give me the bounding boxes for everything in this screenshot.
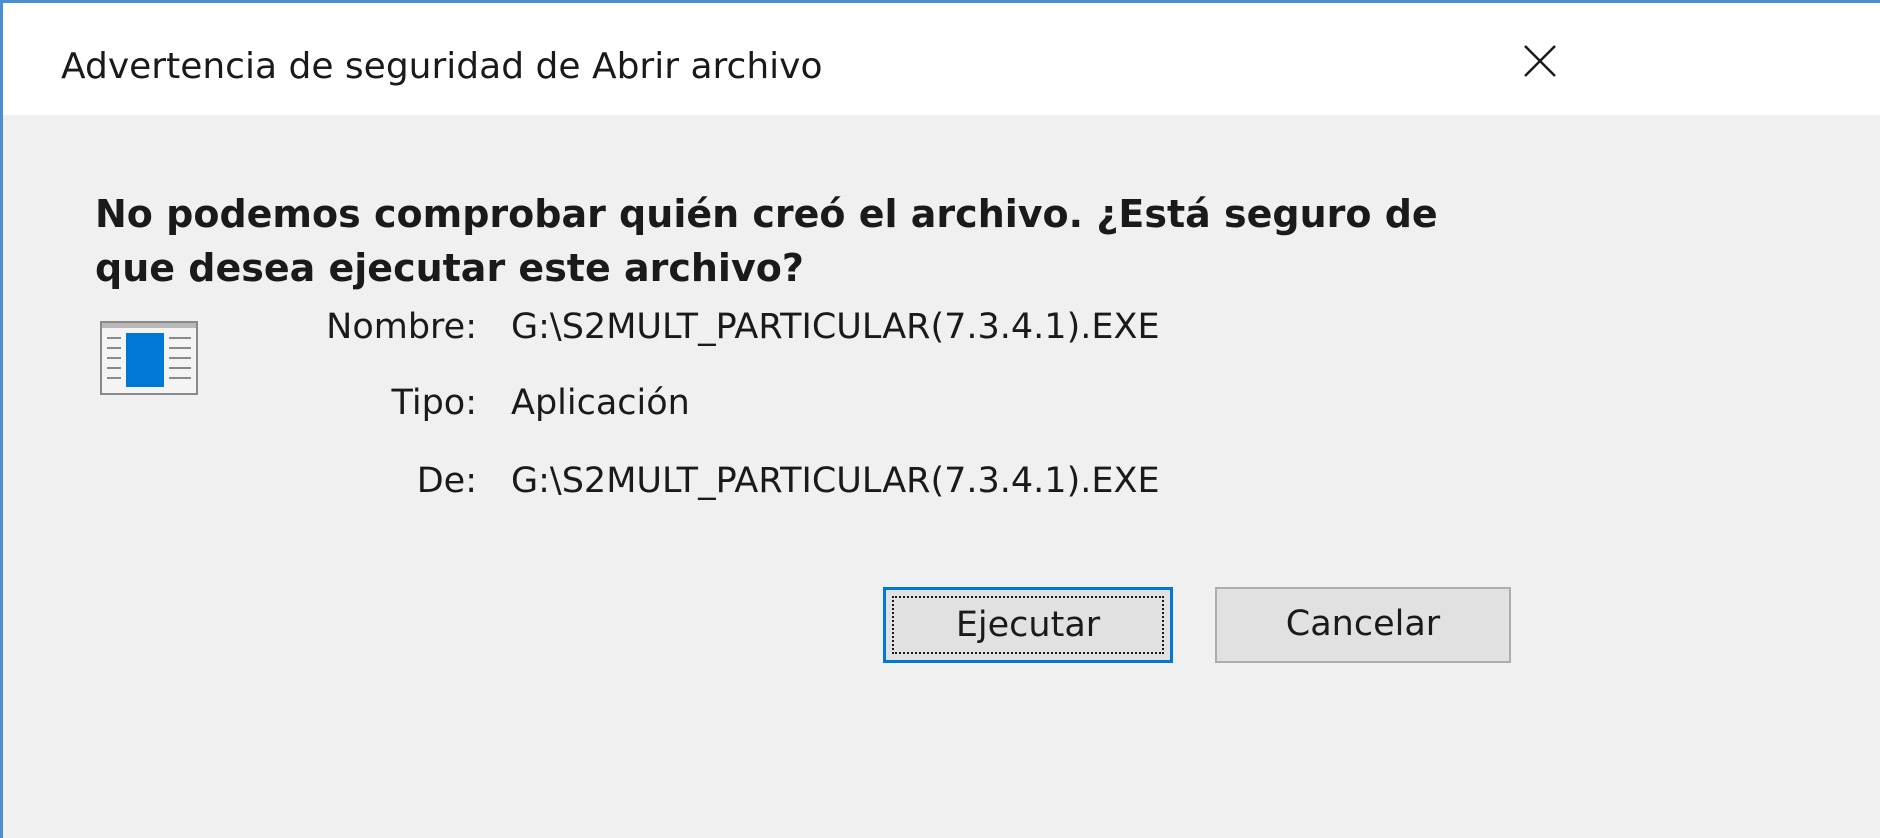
file-name-value: G:\S2MULT_PARTICULAR(7.3.4.1).EXE: [511, 307, 1160, 347]
close-button[interactable]: [1505, 29, 1575, 91]
file-type-value: Aplicación: [511, 383, 690, 423]
cancel-button[interactable]: Cancelar: [1215, 587, 1511, 663]
security-warning-dialog: Advertencia de seguridad de Abrir archiv…: [0, 0, 1880, 838]
file-source-value: G:\S2MULT_PARTICULAR(7.3.4.1).EXE: [511, 461, 1160, 501]
cancel-button-label: Cancelar: [1285, 604, 1441, 644]
title-bar: Advertencia de seguridad de Abrir archiv…: [3, 3, 1880, 115]
close-icon: [1524, 45, 1556, 77]
run-button[interactable]: Ejecutar: [883, 587, 1173, 663]
file-type-row: Tipo: Aplicación: [3, 383, 1880, 429]
file-name-row: Nombre: G:\S2MULT_PARTICULAR(7.3.4.1).EX…: [3, 307, 1880, 353]
dialog-content: No podemos comprobar quién creó el archi…: [3, 115, 1880, 838]
file-type-label: Tipo:: [391, 383, 477, 423]
run-button-label: Ejecutar: [955, 605, 1101, 645]
file-name-label: Nombre:: [326, 307, 477, 347]
file-source-label: De:: [416, 461, 477, 501]
warning-headline: No podemos comprobar quién creó el archi…: [95, 192, 1438, 290]
file-source-row: De: G:\S2MULT_PARTICULAR(7.3.4.1).EXE: [3, 461, 1880, 507]
dialog-title: Advertencia de seguridad de Abrir archiv…: [61, 46, 823, 87]
